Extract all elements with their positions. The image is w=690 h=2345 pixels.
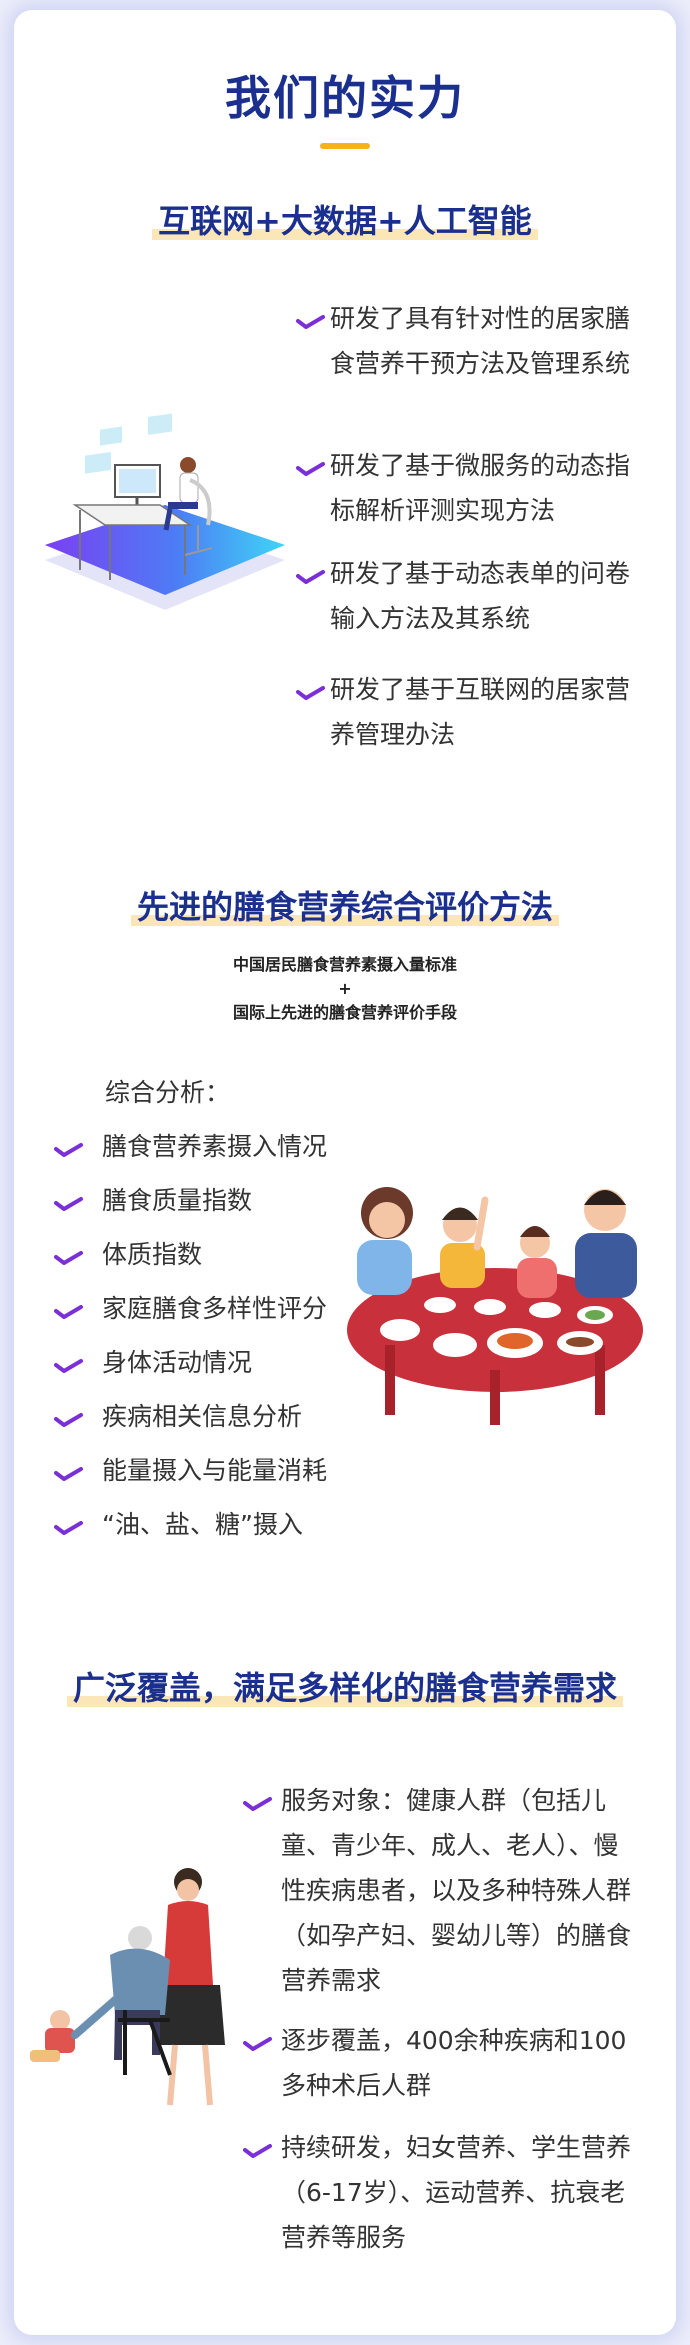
- list-item: 研发了基于微服务的动态指标解析评测实现方法: [296, 443, 641, 533]
- family-elderly-illustration: [30, 1868, 225, 2106]
- list-item: 身体活动情况: [54, 1340, 252, 1385]
- subtitle-plus: +: [338, 979, 352, 998]
- title-underline: [320, 143, 370, 149]
- check-icon: [54, 1467, 83, 1481]
- section-1-heading: 互联网+大数据+人工智能: [0, 196, 690, 242]
- list-item: 逐步覆盖，400余种疾病和100多种术后人群: [243, 2018, 653, 2108]
- subtitle-line-2: 国际上先进的膳食营养评价手段: [232, 1003, 457, 1022]
- check-icon: [54, 1143, 83, 1157]
- section-2-heading: 先进的膳食营养综合评价方法: [0, 882, 690, 928]
- check-icon: [296, 315, 325, 329]
- page-title: 我们的实力: [225, 71, 465, 125]
- list-item: 膳食营养素摄入情况: [54, 1124, 327, 1169]
- check-icon: [54, 1251, 83, 1265]
- list-item: 服务对象：健康人群（包括儿童、青少年、成人、老人）、慢性疾病患者，以及多种特殊人…: [243, 1778, 653, 2003]
- list-item: 膳食质量指数: [54, 1178, 252, 1223]
- family-dinner-illustration: [347, 1187, 643, 1425]
- check-icon: [243, 2144, 272, 2158]
- subtitle-line-1: 中国居民膳食营养素摄入量标准: [232, 955, 457, 974]
- check-icon: [54, 1359, 83, 1373]
- analysis-label: 综合分析：: [105, 1078, 231, 1107]
- list-item: 研发了基于互联网的居家营养管理办法: [296, 667, 641, 757]
- check-icon: [243, 2037, 272, 2051]
- check-icon: [54, 1305, 83, 1319]
- check-icon: [54, 1197, 83, 1211]
- list-item: 家庭膳食多样性评分: [54, 1286, 327, 1331]
- list-item: 体质指数: [54, 1232, 202, 1277]
- list-item: 研发了基于动态表单的问卷输入方法及其系统: [296, 551, 641, 641]
- check-icon: [296, 462, 325, 476]
- list-item: 研发了具有针对性的居家膳食营养干预方法及管理系统: [296, 296, 641, 386]
- check-icon: [54, 1413, 83, 1427]
- list-item: 疾病相关信息分析: [54, 1394, 302, 1439]
- list-item: 能量摄入与能量消耗: [54, 1448, 327, 1493]
- list-item: 持续研发，妇女营养、学生营养（6-17岁）、运动营养、抗衰老营养等服务: [243, 2125, 653, 2260]
- check-icon: [243, 1797, 272, 1811]
- check-icon: [296, 570, 325, 584]
- list-item: “油、盐、糖”摄入: [54, 1502, 303, 1547]
- section-3-heading: 广泛覆盖，满足多样化的膳食营养需求: [0, 1663, 690, 1709]
- check-icon: [54, 1521, 83, 1535]
- computer-work-illustration: [45, 413, 285, 610]
- check-icon: [296, 686, 325, 700]
